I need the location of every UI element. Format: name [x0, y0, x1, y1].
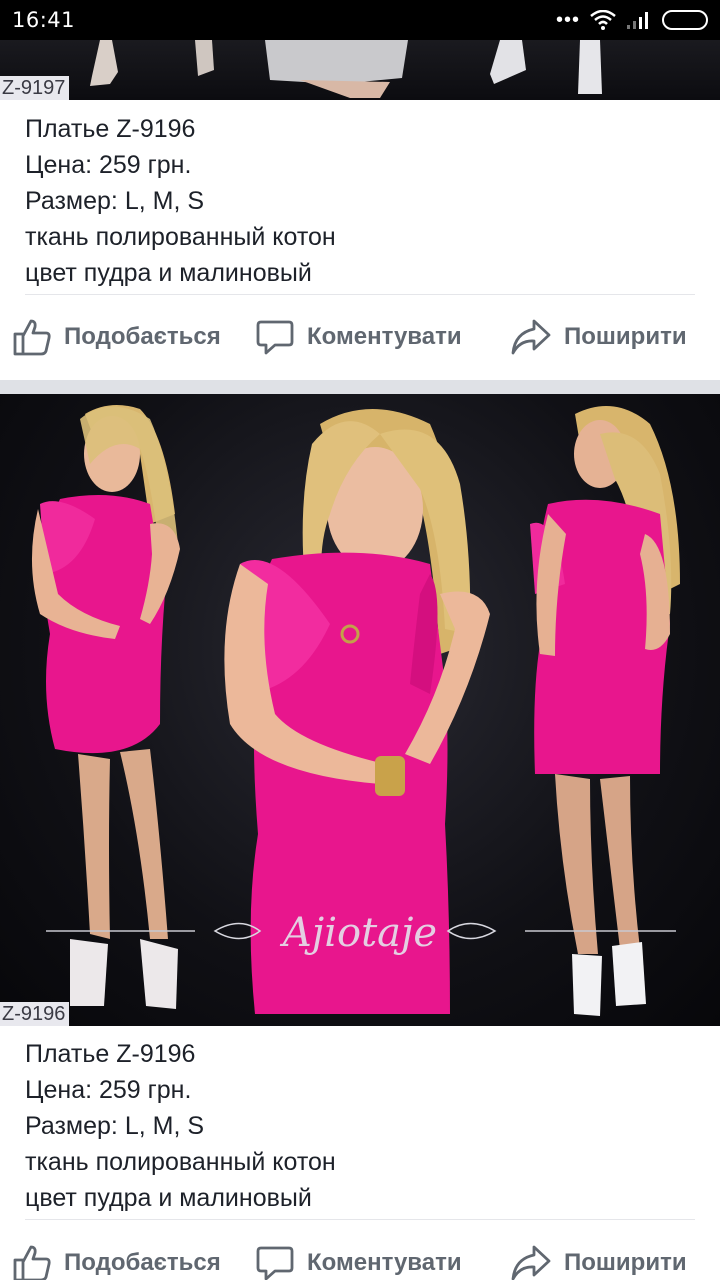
like-button[interactable]: Подобається — [12, 317, 221, 357]
more-dots-icon: ••• — [555, 8, 580, 31]
post-caption: Платье Z-9196 Цена: 259 грн. Размер: L, … — [25, 111, 336, 291]
product-code-badge: Z-9197 — [0, 76, 70, 100]
share-button[interactable]: Поширити — [510, 1243, 687, 1280]
post-actions: Подобається Коментувати Поширити — [0, 1233, 720, 1280]
divider — [25, 1219, 695, 1220]
status-icons: ••• — [556, 9, 708, 32]
signal-icon — [627, 12, 648, 29]
photo-models-partial — [90, 40, 602, 98]
like-label: Подобається — [64, 323, 221, 350]
share-label: Поширити — [564, 323, 687, 350]
caption-line: Размер: L, M, S — [25, 187, 205, 215]
caption-line: цвет пудра и малиновый — [25, 259, 312, 287]
caption-line: цвет пудра и малиновый — [25, 1184, 312, 1212]
divider — [25, 294, 695, 295]
post-photo[interactable]: Ajiotaje Z-9196 — [0, 394, 720, 1026]
post-actions: Подобається Коментувати Поширити — [0, 307, 720, 367]
comment-label: Коментувати — [307, 323, 462, 350]
comment-button[interactable]: Коментувати — [255, 317, 462, 357]
share-label: Поширити — [564, 1249, 687, 1276]
status-bar: 16:41 ••• — [0, 0, 720, 40]
comment-icon — [256, 1246, 294, 1280]
like-button[interactable]: Подобається — [12, 1243, 221, 1280]
share-icon — [511, 319, 551, 355]
wifi-icon — [590, 10, 616, 30]
caption-line: ткань полированный котон — [25, 1148, 336, 1176]
status-time: 16:41 — [12, 8, 76, 32]
caption-line: ткань полированный котон — [25, 223, 336, 251]
like-label: Подобається — [64, 1249, 221, 1276]
caption-line: Платье Z-9196 — [25, 115, 196, 143]
comment-button[interactable]: Коментувати — [255, 1243, 462, 1280]
caption-line: Цена: 259 грн. — [25, 151, 192, 179]
thumbs-up-icon — [13, 1245, 51, 1280]
photo-three-models: Ajiotaje — [31, 405, 680, 1016]
share-button[interactable]: Поширити — [510, 317, 687, 357]
post-photo[interactable]: Z-9197 — [0, 40, 720, 100]
comment-label: Коментувати — [307, 1249, 462, 1276]
post-separator — [0, 380, 720, 394]
share-icon — [511, 1245, 551, 1280]
battery-icon — [662, 10, 708, 30]
product-code-badge: Z-9196 — [0, 1002, 70, 1026]
caption-line: Размер: L, M, S — [25, 1112, 205, 1140]
caption-line: Цена: 259 грн. — [25, 1076, 192, 1104]
watermark-text: Ajiotaje — [279, 910, 437, 956]
thumbs-up-icon — [13, 319, 51, 356]
caption-line: Платье Z-9196 — [25, 1040, 196, 1068]
comment-icon — [256, 320, 294, 355]
post-caption: Платье Z-9196 Цена: 259 грн. Размер: L, … — [25, 1036, 336, 1216]
